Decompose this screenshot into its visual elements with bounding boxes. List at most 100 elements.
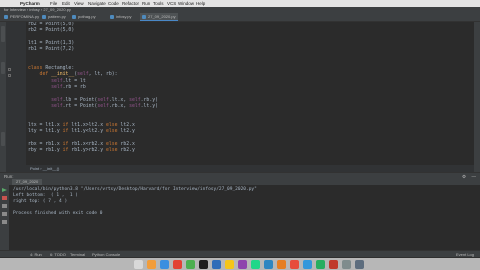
code-token: rb2.x <box>120 141 135 147</box>
tab-27-09-2020[interactable]: 27_09_2020.py <box>140 13 178 21</box>
menu-view[interactable]: View <box>74 0 84 7</box>
menu-edit[interactable]: Edit <box>62 0 70 7</box>
menu-help[interactable]: Help <box>196 0 205 7</box>
code-token: rb1.y>rb2.y <box>71 147 106 153</box>
code-token: self <box>97 103 109 109</box>
dock <box>0 258 480 270</box>
tab-pattern[interactable]: pattern.py <box>40 13 66 21</box>
project-tool-tab[interactable] <box>1 26 5 42</box>
trash-can-icon[interactable] <box>355 260 364 269</box>
code-token: __init__ <box>51 72 75 78</box>
tab-infosy[interactable]: infosy.py <box>108 13 134 21</box>
editor-tabs: PERFOMINA.py pattern.py pothag.py infosy… <box>0 12 480 22</box>
code-token: rb2 = Point(5,0) <box>28 28 75 34</box>
menu-code[interactable]: Code <box>108 0 119 7</box>
menu-run[interactable]: Run <box>142 0 150 7</box>
finder-icon[interactable] <box>134 260 143 269</box>
code-token: self <box>97 97 109 103</box>
menu-navigate[interactable]: Navigate <box>88 0 106 7</box>
code-token: lt2.y <box>120 129 135 135</box>
code-token: class <box>28 66 46 72</box>
notes-icon[interactable] <box>225 260 234 269</box>
code-breadcrumb[interactable]: Point › __init__() <box>26 165 474 172</box>
preview-icon[interactable] <box>277 260 286 269</box>
files-icon[interactable] <box>212 260 221 269</box>
code-token: else <box>105 122 121 128</box>
python-file-icon <box>110 15 114 19</box>
code-editor[interactable]: rb2 = Point(5,0) rb2 = Point(5,0) lt1 = Po… <box>26 22 474 172</box>
code-token: .lt = lt <box>62 78 86 84</box>
terminal-icon[interactable] <box>199 260 208 269</box>
youtube-icon[interactable] <box>290 260 299 269</box>
right-scroll-gutter[interactable] <box>474 22 480 172</box>
screen: PyCharm File Edit View Navigate Code Ref… <box>0 0 480 270</box>
code-token: .rb.y) <box>140 97 158 103</box>
code-token: def <box>28 72 52 78</box>
app-store-icon[interactable] <box>264 260 273 269</box>
run-console[interactable]: /usr/local/bin/python3.8 "/Users/vrtsy/D… <box>9 185 480 250</box>
menu-tools[interactable]: Tools <box>153 0 164 7</box>
code-token: .lb = Point( <box>62 97 98 103</box>
code-token: .rt = Point( <box>62 103 98 109</box>
menu-bar: PyCharm File Edit View Navigate Code Ref… <box>0 0 480 7</box>
menu-window[interactable]: Window <box>178 0 194 7</box>
code-line[interactable]: self.rt = Point(self.rb.x, self.lt.y) <box>28 104 158 110</box>
code-token: self <box>77 72 89 78</box>
code-token: self <box>28 78 63 84</box>
tab-label: infosy.py <box>116 14 132 19</box>
safari-icon[interactable] <box>160 260 169 269</box>
calendar-icon[interactable] <box>173 260 182 269</box>
trash-icon[interactable] <box>2 220 7 224</box>
fold-marker-icon[interactable] <box>8 74 11 77</box>
menu-vcs[interactable]: VCS <box>167 0 176 7</box>
code-token: .rb = rb <box>62 84 86 90</box>
python-file-icon <box>72 15 76 19</box>
pause-icon[interactable] <box>2 204 7 208</box>
app-icon[interactable] <box>238 260 247 269</box>
tab-label: pothag.py <box>78 14 96 19</box>
code-token: else <box>105 129 121 135</box>
tab-perfomina[interactable]: PERFOMINA.py <box>2 13 39 21</box>
code-token: self <box>129 97 141 103</box>
tab-pothag[interactable]: pothag.py <box>70 13 96 21</box>
zoom-icon[interactable] <box>303 260 312 269</box>
code-token: rb1.x<rb2.x <box>71 141 106 147</box>
fold-marker-icon[interactable] <box>8 68 11 71</box>
whatsapp-icon[interactable] <box>316 260 325 269</box>
launchpad-icon[interactable] <box>147 260 156 269</box>
code-token: else <box>105 147 121 153</box>
code-token: .lt.y) <box>140 103 158 109</box>
code-token: lty = lt1.y <box>28 129 63 135</box>
code-token: , lt, rb): <box>88 72 118 78</box>
folder-icon[interactable] <box>342 260 351 269</box>
code-token: lt2.x <box>120 122 135 128</box>
python-file-icon <box>42 15 46 19</box>
tab-label: 27_09_2020.py <box>148 14 176 19</box>
code-token: lt1.y<lt2.y <box>71 129 106 135</box>
code-line[interactable]: rby = rb1.y if rb1.y>rb2.y else rb2.y <box>28 148 158 154</box>
favorites-tool-tab[interactable] <box>1 132 5 146</box>
stop-icon[interactable] <box>2 196 7 200</box>
code-token: .rb.x, <box>108 103 130 109</box>
acrobat-icon[interactable] <box>329 260 338 269</box>
rerun-icon[interactable] <box>2 188 7 192</box>
tab-label: pattern.py <box>48 14 66 19</box>
pycharm-icon[interactable] <box>251 260 260 269</box>
ide-window: for Interview › infosy › 27_09_2020.py P… <box>0 7 480 266</box>
messages-icon[interactable] <box>186 260 195 269</box>
code-token: self <box>28 97 63 103</box>
code-token: ltx = lt1.x <box>28 122 63 128</box>
code-token: rb2.y <box>120 147 135 153</box>
code-token: self <box>28 84 63 90</box>
run-toolbar <box>0 185 9 250</box>
code-token: lt1 = Point(1,3) <box>28 40 75 46</box>
code-token: lt1.x>lt2.x <box>71 122 106 128</box>
python-file-icon <box>4 15 8 19</box>
menu-file[interactable]: File <box>50 0 57 7</box>
code-token: rby = rb1.y <box>28 147 63 153</box>
app-menu[interactable]: PyCharm <box>20 0 40 7</box>
menu-refactor[interactable]: Refactor <box>122 0 139 7</box>
settings-icon[interactable] <box>2 212 7 216</box>
console-line: right top: ( 7 , 4 ) <box>13 199 68 204</box>
structure-tool-tab[interactable] <box>1 62 5 74</box>
